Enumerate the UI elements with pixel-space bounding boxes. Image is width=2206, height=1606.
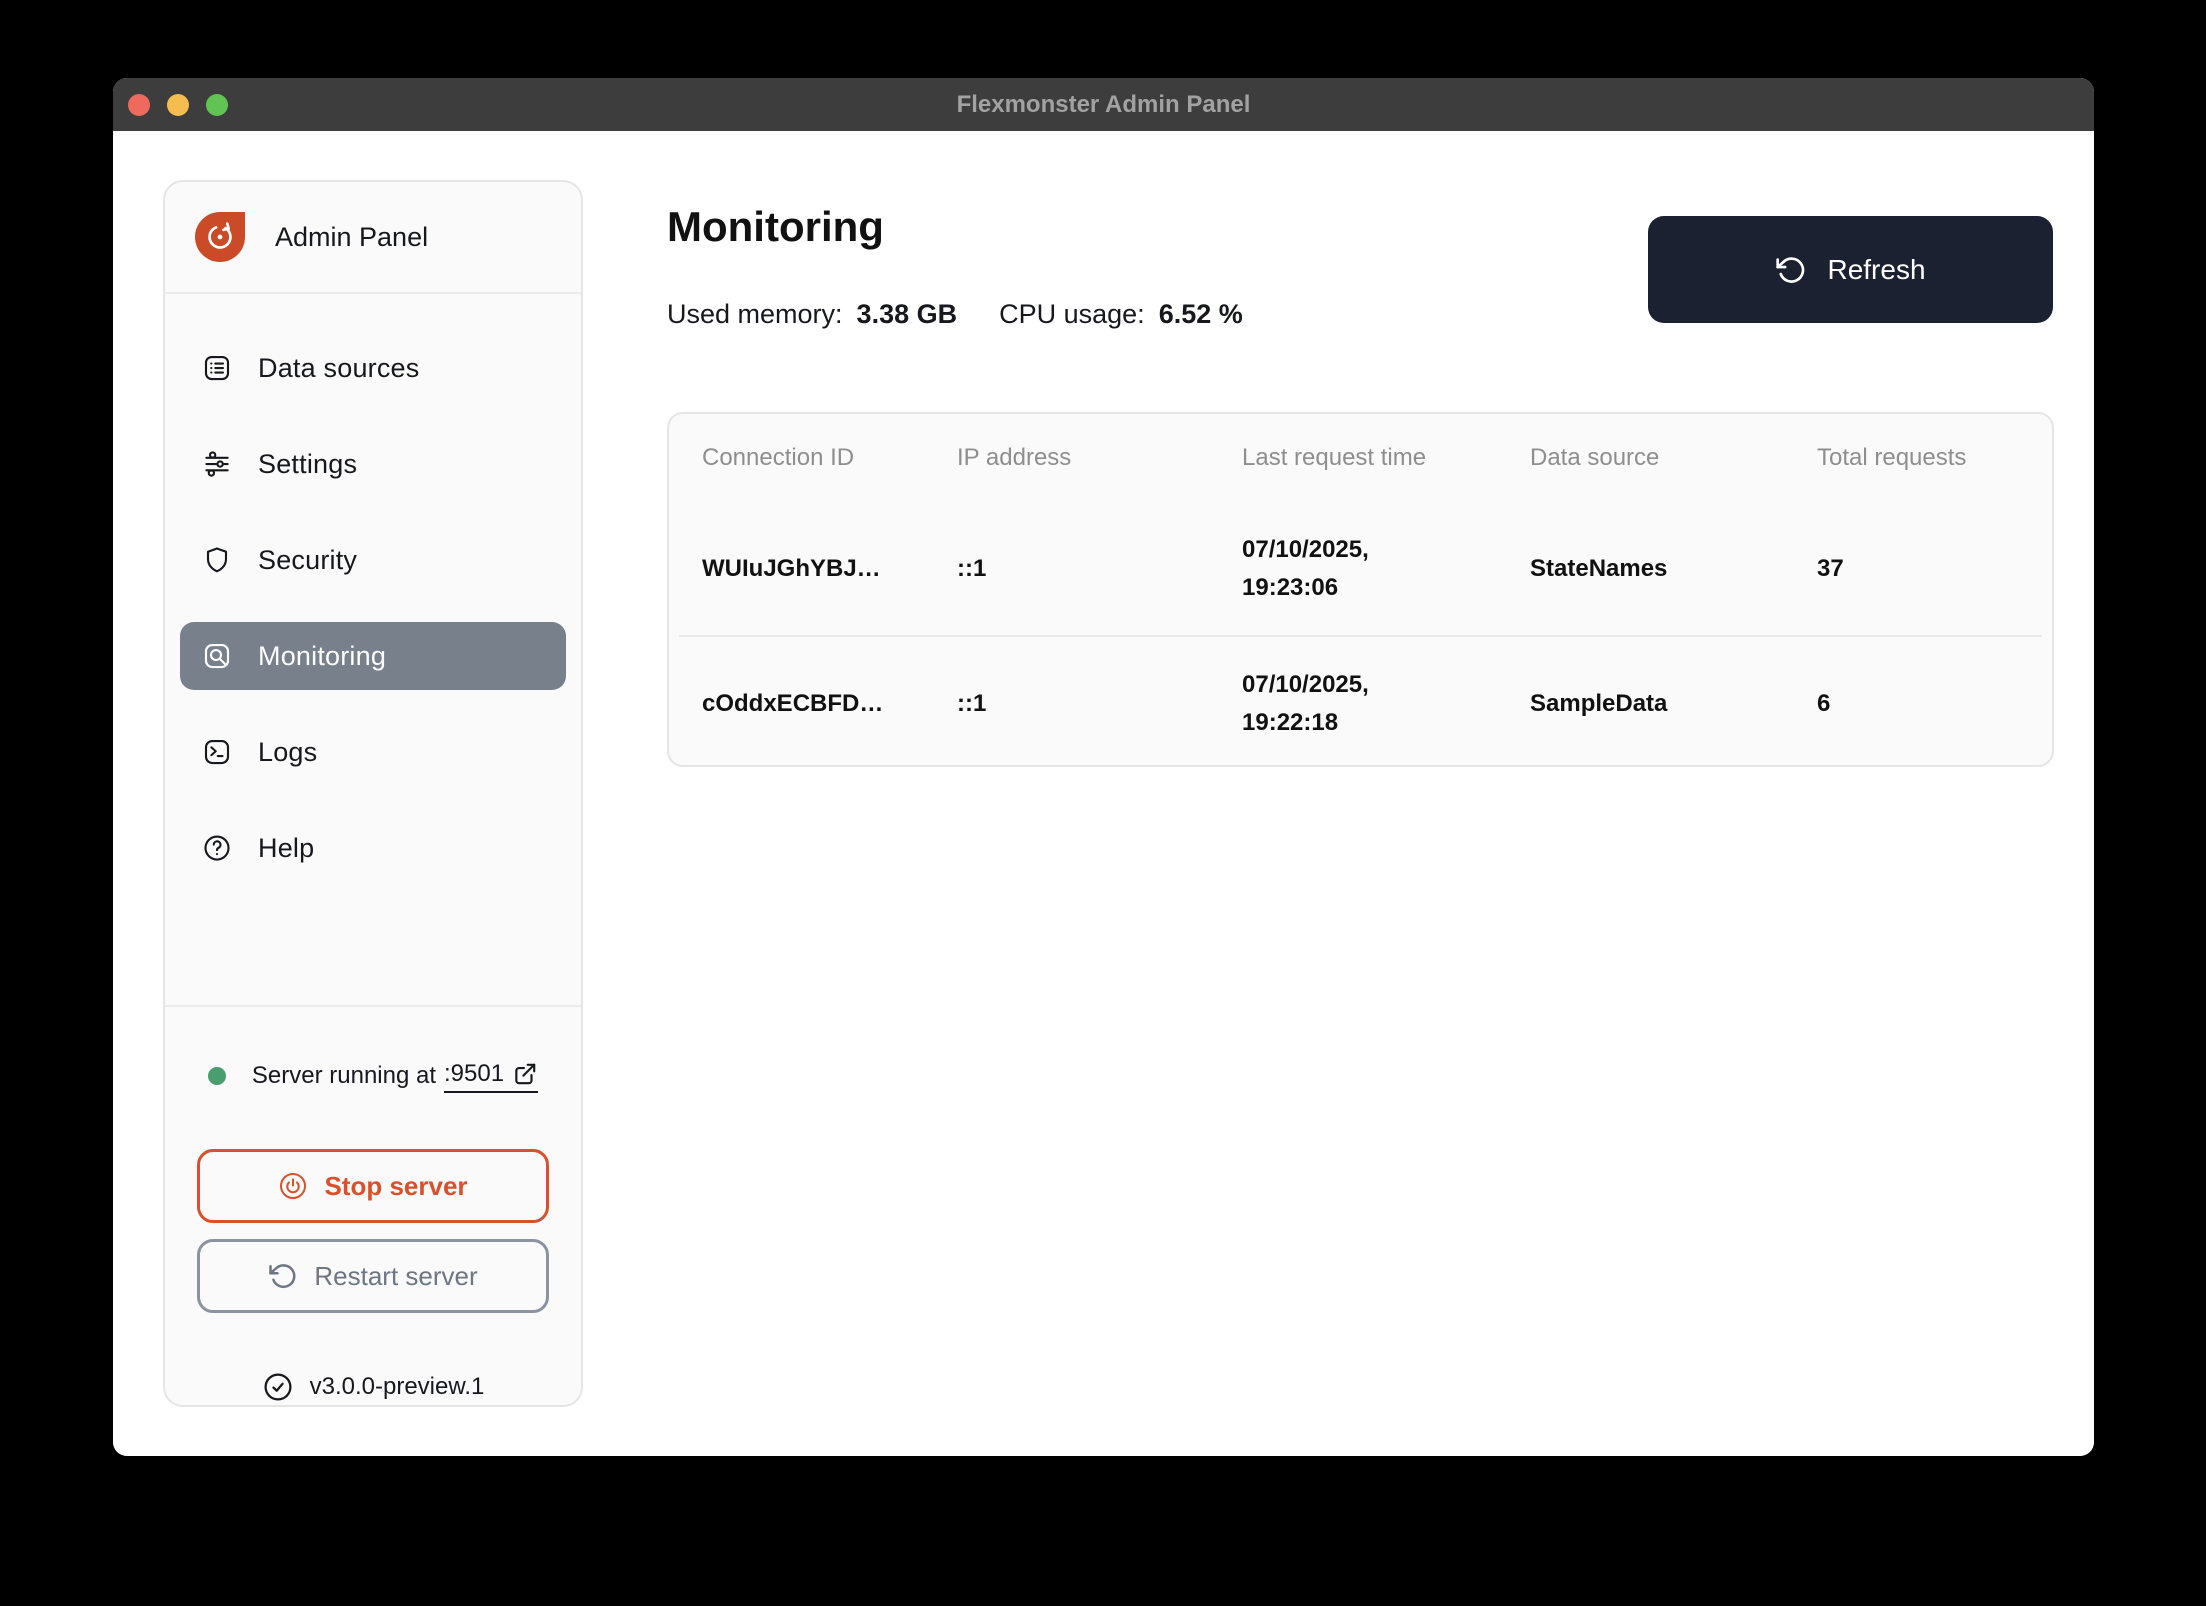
sidebar-item-help[interactable]: Help xyxy=(180,814,566,882)
check-circle-icon xyxy=(264,1373,292,1401)
sidebar-divider xyxy=(165,1005,581,1007)
table-row: cOddxECBFD… ::1 07/10/2025, 19:22:18 Sam… xyxy=(669,637,2052,765)
sidebar-item-label: Monitoring xyxy=(258,640,387,671)
external-link-icon xyxy=(512,1061,538,1087)
restart-icon xyxy=(269,1264,296,1289)
magnifier-icon xyxy=(202,641,232,671)
cell-connection-id: cOddxECBFD… xyxy=(702,689,884,717)
restart-server-label: Restart server xyxy=(314,1260,478,1291)
refresh-label: Refresh xyxy=(1827,253,1926,285)
window: Flexmonster Admin Panel Admin Panel Data… xyxy=(113,78,2094,1456)
list-icon xyxy=(202,353,232,383)
stop-server-button[interactable]: Stop server xyxy=(197,1149,549,1223)
cell-total-requests: 37 xyxy=(1817,554,1844,582)
server-status: Server running at :9501 xyxy=(165,1059,581,1093)
sidebar-item-monitoring[interactable]: Monitoring xyxy=(180,622,566,690)
refresh-icon xyxy=(1776,256,1805,283)
sidebar-item-label: Settings xyxy=(258,448,358,479)
refresh-button[interactable]: Refresh xyxy=(1648,216,2053,323)
sidebar-item-settings[interactable]: Settings xyxy=(180,430,566,498)
restart-server-button[interactable]: Restart server xyxy=(197,1239,549,1313)
cell-data-source: StateNames xyxy=(1530,554,1668,582)
power-icon xyxy=(280,1172,307,1200)
traffic-lights xyxy=(128,78,228,131)
flexmonster-logo-icon xyxy=(195,212,245,262)
cpu-usage-label: CPU usage: xyxy=(999,299,1145,329)
sidebar-item-label: Logs xyxy=(258,736,318,767)
sidebar-item-logs[interactable]: Logs xyxy=(180,718,566,786)
sidebar: Admin Panel Data sources Settings Securi… xyxy=(163,180,583,1407)
sidebar-item-label: Data sources xyxy=(258,352,420,383)
cell-ip-address: ::1 xyxy=(957,689,987,717)
cell-last-request-time: 07/10/2025, 19:22:18 xyxy=(1242,670,1369,736)
col-header-total-requests: Total requests xyxy=(1817,444,1967,471)
cell-data-source: SampleData xyxy=(1530,689,1668,717)
col-header-data-source: Data source xyxy=(1530,444,1660,471)
close-button[interactable] xyxy=(128,93,150,116)
cell-total-requests: 6 xyxy=(1817,689,1831,717)
used-memory-value: 3.38 GB xyxy=(856,299,958,329)
sidebar-item-label: Help xyxy=(258,832,315,863)
zoom-button[interactable] xyxy=(206,93,228,116)
version-label: v3.0.0-preview.1 xyxy=(309,1373,485,1400)
col-header-last-request-time: Last request time xyxy=(1242,444,1427,471)
sidebar-item-label: Security xyxy=(258,544,358,575)
sidebar-nav: Data sources Settings Security Monitorin… xyxy=(165,294,581,882)
table-row: WUIuJGhYBJ… ::1 07/10/2025, 19:23:06 Sta… xyxy=(669,502,2052,635)
page-title: Monitoring xyxy=(667,203,884,250)
used-memory-label: Used memory: xyxy=(667,299,843,329)
version-row: v3.0.0-preview.1 xyxy=(165,1369,581,1405)
server-status-text: Server running at xyxy=(251,1062,437,1089)
server-port: :9501 xyxy=(444,1059,505,1087)
sidebar-item-data-sources[interactable]: Data sources xyxy=(180,334,566,402)
cpu-usage-value: 6.52 % xyxy=(1158,299,1243,329)
cell-last-request-time: 07/10/2025, 19:23:06 xyxy=(1242,535,1369,601)
connections-table: Connection ID IP address Last request ti… xyxy=(667,412,2054,767)
shield-icon xyxy=(202,545,232,575)
terminal-icon xyxy=(202,737,232,767)
sliders-icon xyxy=(202,449,232,479)
server-port-link[interactable]: :9501 xyxy=(444,1059,539,1093)
cell-ip-address: ::1 xyxy=(957,554,987,582)
window-title: Flexmonster Admin Panel xyxy=(956,90,1251,118)
col-header-ip-address: IP address xyxy=(957,444,1072,471)
status-dot-icon xyxy=(207,1067,226,1085)
question-icon xyxy=(202,833,232,863)
stats-row: Used memory: 3.38 GB CPU usage: 6.52 % xyxy=(667,299,1243,330)
minimize-button[interactable] xyxy=(167,93,189,116)
cell-connection-id: WUIuJGhYBJ… xyxy=(702,554,881,582)
titlebar: Flexmonster Admin Panel xyxy=(113,78,2094,131)
col-header-connection-id: Connection ID xyxy=(702,444,855,471)
sidebar-item-security[interactable]: Security xyxy=(180,526,566,594)
app-name: Admin Panel xyxy=(275,221,429,252)
stop-server-label: Stop server xyxy=(324,1170,468,1201)
sidebar-header: Admin Panel xyxy=(165,182,581,294)
app-body: Admin Panel Data sources Settings Securi… xyxy=(113,131,2094,1456)
table-header-row: Connection ID IP address Last request ti… xyxy=(669,414,2052,502)
